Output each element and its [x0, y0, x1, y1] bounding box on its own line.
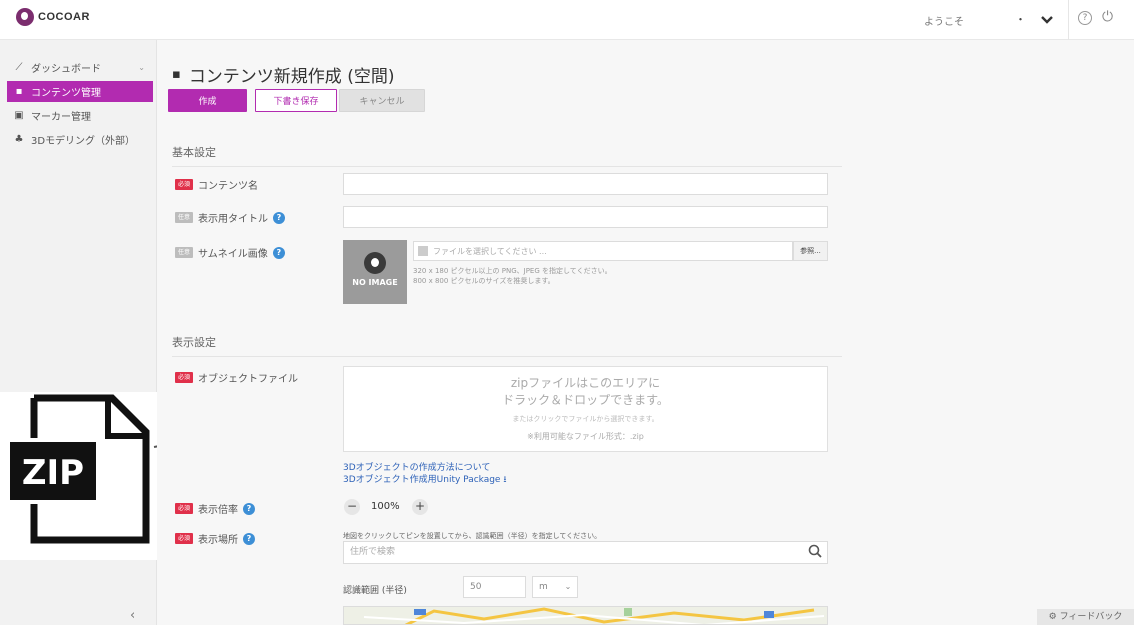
- sidebar-item-label: 3Dモデリング（外部）: [31, 136, 136, 147]
- welcome-text: ようこそ: [924, 17, 964, 28]
- display-title-label: 任意 表示用タイトル ?: [175, 210, 285, 225]
- thumbnail-label: 任意 サムネイル画像 ?: [175, 245, 285, 260]
- sidebar-item-3d-modeling[interactable]: ♣ 3Dモデリング（外部）: [7, 129, 153, 150]
- feedback-button[interactable]: ⚙ フィードバック: [1037, 609, 1134, 625]
- scale-label-text: 表示倍率: [198, 505, 238, 516]
- image-icon: ▣: [14, 110, 24, 121]
- content-name-label: 必須 コンテンツ名: [175, 177, 258, 192]
- scale-label: 必須 表示倍率 ?: [175, 501, 255, 516]
- required-badge: 必須: [175, 372, 193, 383]
- scale-increase-button[interactable]: +: [412, 499, 428, 515]
- sidebar-item-marker-management[interactable]: ▣ マーカー管理: [7, 105, 153, 126]
- help-icon[interactable]: ?: [1078, 11, 1092, 25]
- user-menu-dropdown[interactable]: ・: [1015, 11, 1054, 27]
- display-settings-heading: 表示設定: [172, 334, 842, 357]
- search-icon[interactable]: [808, 544, 822, 558]
- location-map[interactable]: [343, 606, 828, 625]
- thumbnail-hint-1: 320 x 180 ピクセル以上の PNG、JPEG を指定してください。: [413, 267, 612, 275]
- location-label-text: 表示場所: [198, 535, 238, 546]
- range-label: 認識範囲 (半径): [343, 586, 407, 596]
- dropzone-subtext: またはクリックでファイルから選択できます。: [512, 415, 659, 423]
- sidebar-item-label: ダッシュボード: [31, 64, 101, 75]
- content-icon: ▪: [172, 67, 181, 82]
- help-question-icon[interactable]: ?: [272, 246, 285, 259]
- unity-package-link-text: 3Dオブジェクト作成用Unity Package: [343, 475, 501, 485]
- required-badge: 必須: [175, 533, 193, 544]
- sidebar-item-dashboard[interactable]: ⟋ ダッシュボード ⌄: [7, 57, 153, 78]
- header-divider: [1068, 0, 1069, 40]
- range-input[interactable]: 50: [463, 576, 526, 598]
- required-badge: 必須: [175, 179, 193, 190]
- content-name-input[interactable]: [343, 173, 828, 195]
- gear-icon: ⚙: [1048, 612, 1057, 622]
- save-draft-button[interactable]: 下書き保存: [255, 89, 337, 112]
- location-label: 必須 表示場所 ?: [175, 531, 255, 546]
- scale-decrease-button[interactable]: −: [344, 499, 360, 515]
- logout-power-icon[interactable]: ⏻: [1102, 9, 1113, 25]
- browse-button[interactable]: 参照...: [793, 241, 828, 261]
- logo-mark-icon: [16, 8, 34, 26]
- thumbnail-file-input[interactable]: ファイルを選択してください ...: [413, 241, 793, 261]
- user-menu-label: ・: [1015, 13, 1026, 26]
- file-icon: [418, 246, 428, 256]
- display-title-input[interactable]: [343, 206, 828, 228]
- person-icon: ♣: [14, 134, 24, 145]
- main-content: [157, 40, 1134, 625]
- logo-mark-icon: [364, 252, 386, 274]
- dropzone-formats: ※利用可能なファイル形式：.zip: [527, 432, 644, 441]
- unity-package-link[interactable]: 3Dオブジェクト作成用Unity Package ⭳: [343, 472, 507, 488]
- basic-settings-heading: 基本設定: [172, 144, 842, 167]
- chevron-down-icon: ⌄: [138, 63, 145, 72]
- help-question-icon[interactable]: ?: [243, 502, 255, 515]
- content-name-label-text: コンテンツ名: [198, 181, 258, 192]
- object-file-label-text: オブジェクトファイル: [198, 374, 298, 385]
- optional-badge: 任意: [175, 247, 193, 258]
- zip-file-illustration: ZIP: [0, 392, 157, 560]
- required-badge: 必須: [175, 503, 193, 514]
- zip-label: ZIP: [22, 453, 84, 493]
- zip-file-icon: ZIP: [10, 394, 150, 544]
- object-file-label: 必須 オブジェクトファイル: [175, 370, 298, 385]
- sidebar-item-label: マーカー管理: [31, 112, 91, 123]
- dropzone-message: zipファイルはこのエリアに ドラック＆ドロップできます。: [344, 375, 827, 409]
- address-search-input[interactable]: 住所で検索: [343, 541, 828, 564]
- create-button[interactable]: 作成: [168, 89, 247, 112]
- scale-value: 100%: [371, 501, 400, 512]
- chevron-down-icon: [1040, 16, 1053, 24]
- cancel-button[interactable]: キャンセル: [339, 89, 425, 112]
- sidebar-item-label: コンテンツ管理: [31, 88, 101, 99]
- logo-text: COCOAR: [38, 11, 90, 23]
- sidebar-item-content-management[interactable]: ▪ コンテンツ管理: [7, 81, 153, 102]
- dropzone-line-1: zipファイルはこのエリアに: [510, 376, 661, 390]
- help-question-icon[interactable]: ?: [273, 211, 285, 224]
- file-input-placeholder: ファイルを選択してください ...: [433, 246, 547, 256]
- sidebar-collapse-button[interactable]: ‹: [130, 608, 135, 623]
- chart-icon: ⟋: [15, 62, 23, 73]
- unit-select-value: m: [539, 582, 548, 592]
- unit-select[interactable]: m ⌄: [532, 576, 578, 598]
- chevron-down-icon: ⌄: [564, 582, 572, 591]
- map-tiles: [344, 607, 827, 624]
- thumbnail-hint-2: 800 x 800 ピクセルのサイズを推奨します。: [413, 277, 555, 285]
- feedback-label: フィードバック: [1059, 612, 1123, 622]
- thumbnail-preview: NO IMAGE: [343, 240, 407, 304]
- help-question-icon[interactable]: ?: [243, 532, 255, 545]
- zip-dropzone[interactable]: zipファイルはこのエリアに ドラック＆ドロップできます。 またはクリックでファ…: [343, 366, 828, 452]
- optional-badge: 任意: [175, 212, 193, 223]
- page-title: ▪ コンテンツ新規作成 (空間): [172, 62, 394, 87]
- app-logo[interactable]: COCOAR: [16, 8, 90, 26]
- thumbnail-label-text: サムネイル画像: [198, 249, 268, 260]
- dropzone-line-2: ドラック＆ドロップできます。: [502, 393, 669, 407]
- page-title-text: コンテンツ新規作成 (空間): [188, 67, 395, 87]
- download-icon: ⭳: [503, 475, 507, 485]
- content-icon: ▪: [15, 86, 23, 97]
- location-hint: 地図をクリックしてピンを設置してから、認識範囲（半径）を指定してください。: [343, 532, 602, 540]
- top-header: COCOAR ようこそ ・ ? ⏻: [0, 0, 1134, 40]
- no-image-text: NO IMAGE: [352, 278, 398, 287]
- display-title-label-text: 表示用タイトル: [198, 214, 268, 225]
